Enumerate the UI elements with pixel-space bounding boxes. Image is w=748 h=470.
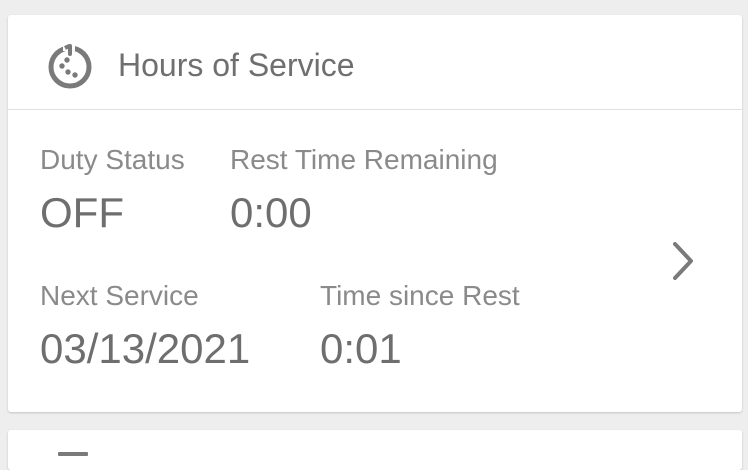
next-service-label: Next Service [40,280,199,311]
next-card[interactable] [8,430,742,470]
card-icon [58,452,88,456]
hours-of-service-card[interactable]: Hours of Service Duty Status OFF Rest Ti… [8,15,742,412]
rest-time-remaining-label: Rest Time Remaining [230,144,498,175]
card-body: Duty Status OFF Rest Time Remaining 0:00… [8,110,742,412]
chevron-right-icon[interactable] [668,236,698,286]
duty-status-value: OFF [40,189,124,236]
time-since-rest-value: 0:01 [320,325,402,372]
rest-time-remaining-value: 0:00 [230,189,312,236]
time-since-rest-label: Time since Rest [320,280,520,311]
card-title: Hours of Service [118,47,355,83]
duty-status-label: Duty Status [40,144,185,175]
clock-progress-icon [48,43,92,89]
next-service-value: 03/13/2021 [40,325,251,372]
card-header: Hours of Service [8,15,742,110]
